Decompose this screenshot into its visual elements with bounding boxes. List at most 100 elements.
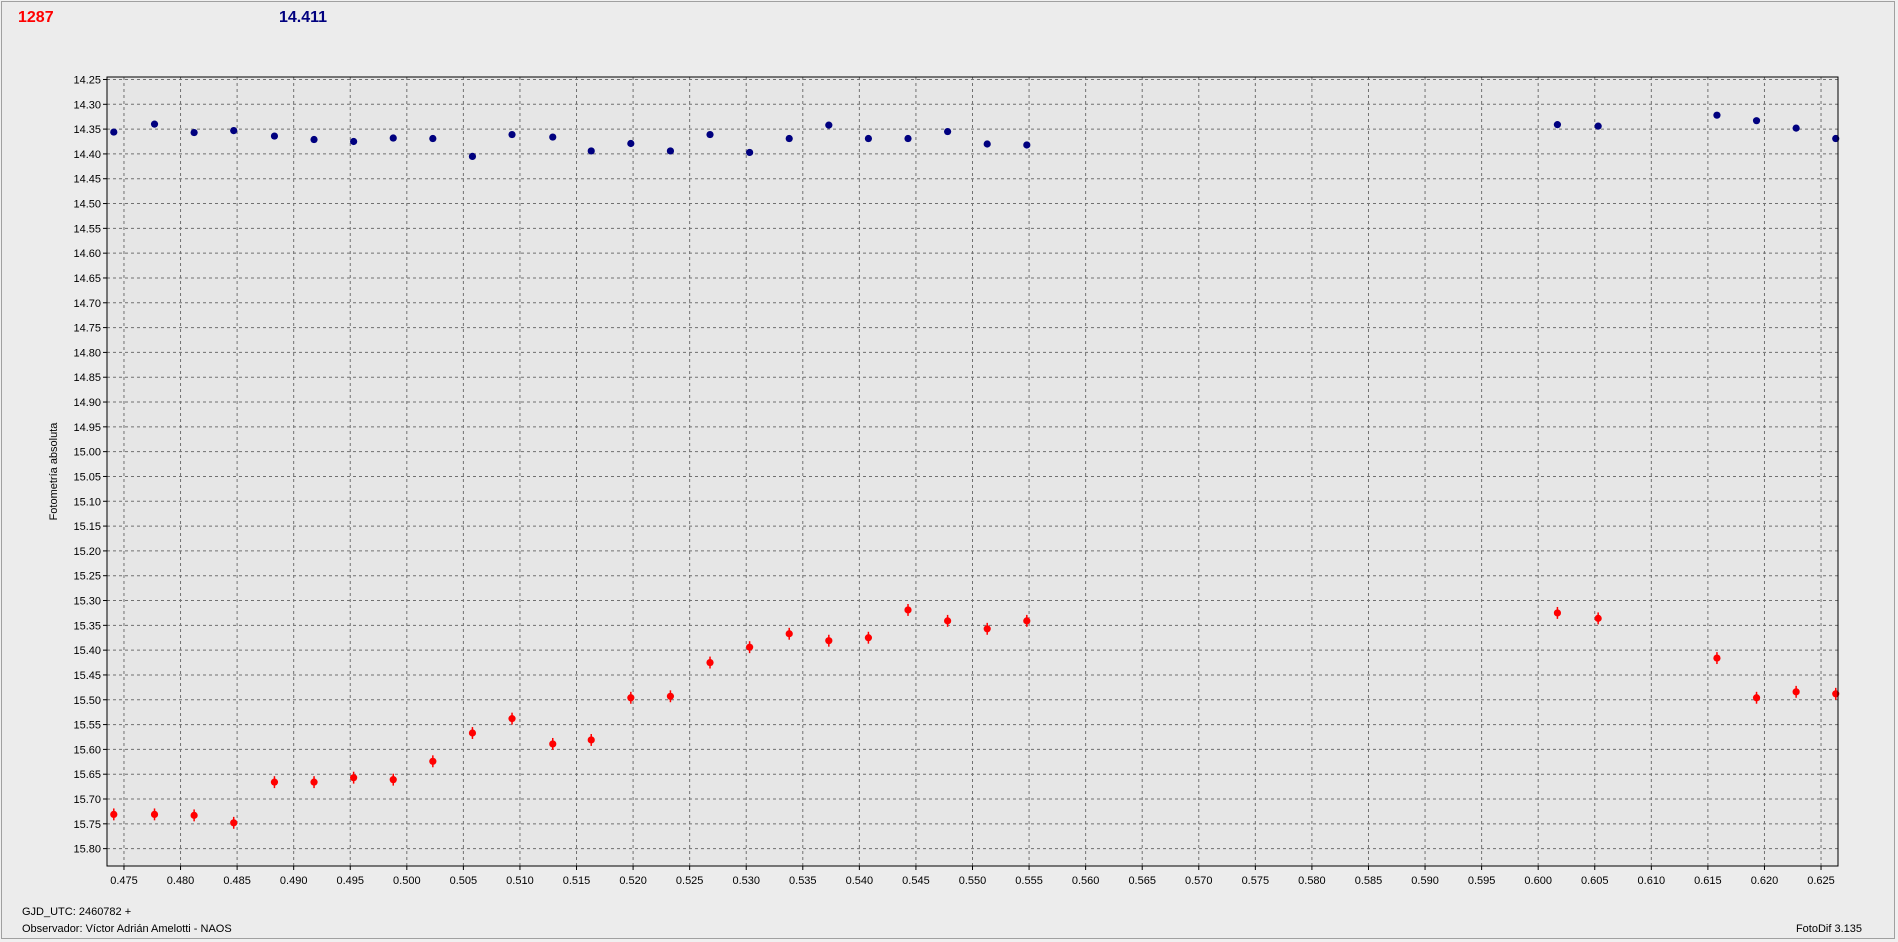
x-tick-label: 0.595 bbox=[1468, 875, 1496, 887]
photometry-chart: 0.475 0.480 0.485 0.490 0.495 0.500 0.505 0.510… bbox=[48, 74, 1840, 887]
data-point bbox=[785, 630, 793, 638]
data-point bbox=[944, 617, 952, 625]
x-tick-label: 0.580 bbox=[1298, 875, 1326, 887]
data-point bbox=[190, 128, 198, 137]
data-point bbox=[468, 152, 477, 160]
data-point bbox=[468, 729, 477, 737]
y-axis: 14.25 14.30 14.35 14.40 14.45 14.50 14.55 14.60… bbox=[73, 74, 107, 856]
data-point bbox=[864, 134, 873, 143]
x-tick-label: 0.540 bbox=[846, 875, 874, 887]
x-tick-label: 0.535 bbox=[789, 875, 817, 887]
data-point bbox=[1792, 124, 1800, 132]
data-point bbox=[150, 120, 159, 128]
data-point bbox=[944, 127, 952, 136]
data-point bbox=[270, 778, 279, 786]
x-tick-label: 0.615 bbox=[1694, 875, 1722, 887]
y-tick-label: 14.35 bbox=[73, 124, 101, 136]
y-tick-label: 15.40 bbox=[73, 645, 101, 657]
data-point bbox=[429, 134, 437, 143]
data-point bbox=[1752, 694, 1761, 702]
data-point bbox=[666, 147, 675, 155]
data-point bbox=[706, 658, 714, 667]
data-point bbox=[904, 134, 912, 143]
x-tick-label: 0.585 bbox=[1355, 875, 1383, 887]
x-tick-label: 0.510 bbox=[506, 875, 534, 887]
y-tick-label: 15.30 bbox=[73, 596, 101, 608]
data-point bbox=[864, 634, 873, 642]
data-point bbox=[627, 694, 635, 702]
data-point bbox=[389, 134, 397, 142]
data-point bbox=[785, 134, 793, 143]
x-tick-label: 0.525 bbox=[676, 875, 704, 887]
y-tick-label: 15.50 bbox=[73, 695, 101, 707]
y-tick-label: 15.80 bbox=[73, 844, 101, 856]
y-tick-label: 14.90 bbox=[73, 397, 101, 409]
x-tick-label: 0.610 bbox=[1638, 875, 1666, 887]
data-point bbox=[1553, 121, 1562, 129]
y-tick-label: 15.25 bbox=[73, 571, 101, 583]
data-point bbox=[389, 776, 397, 784]
data-point bbox=[1792, 688, 1800, 696]
x-tick-label: 0.555 bbox=[1015, 875, 1043, 887]
data-point bbox=[549, 133, 557, 141]
gjd-label: GJD_UTC: 2460782 + bbox=[22, 906, 132, 918]
data-point bbox=[825, 121, 833, 129]
data-point bbox=[1594, 122, 1602, 130]
y-tick-label: 15.45 bbox=[73, 670, 101, 682]
x-tick-label: 0.495 bbox=[336, 875, 364, 887]
y-tick-label: 14.70 bbox=[73, 298, 101, 310]
x-tick-label: 0.620 bbox=[1751, 875, 1779, 887]
x-tick-label: 0.480 bbox=[167, 875, 195, 887]
x-tick-label: 0.575 bbox=[1242, 875, 1270, 887]
x-tick-label: 0.485 bbox=[223, 875, 251, 887]
x-tick-label: 0.570 bbox=[1185, 875, 1213, 887]
data-point bbox=[746, 148, 754, 157]
y-tick-label: 14.65 bbox=[73, 273, 101, 285]
data-point bbox=[429, 757, 437, 765]
y-tick-label: 15.00 bbox=[73, 447, 101, 459]
y-tick-label: 15.60 bbox=[73, 744, 101, 756]
data-point bbox=[1594, 614, 1602, 622]
data-point bbox=[508, 130, 516, 139]
data-point bbox=[190, 811, 198, 819]
data-point bbox=[706, 130, 714, 139]
y-tick-label: 14.85 bbox=[73, 372, 101, 384]
x-tick-label: 0.475 bbox=[110, 875, 138, 887]
y-tick-label: 15.20 bbox=[73, 546, 101, 558]
x-tick-label: 0.545 bbox=[902, 875, 930, 887]
data-point bbox=[230, 126, 238, 135]
data-point bbox=[310, 135, 318, 144]
x-tick-label: 0.505 bbox=[450, 875, 478, 887]
data-point bbox=[1713, 111, 1721, 119]
data-point bbox=[350, 137, 358, 146]
plot-area bbox=[107, 77, 1838, 866]
y-tick-label: 14.30 bbox=[73, 99, 101, 111]
y-tick-label: 14.50 bbox=[73, 199, 101, 211]
y-tick-label: 15.15 bbox=[73, 521, 101, 533]
data-point bbox=[627, 139, 635, 148]
data-point bbox=[310, 778, 318, 786]
x-tick-label: 0.550 bbox=[959, 875, 987, 887]
y-tick-label: 15.75 bbox=[73, 819, 101, 831]
x-tick-label: 0.625 bbox=[1807, 875, 1835, 887]
x-tick-label: 0.605 bbox=[1581, 875, 1609, 887]
x-tick-label: 0.565 bbox=[1128, 875, 1156, 887]
x-tick-label: 0.520 bbox=[619, 875, 647, 887]
y-tick-label: 14.40 bbox=[73, 149, 101, 161]
x-tick-label: 0.515 bbox=[563, 875, 591, 887]
x-axis: 0.475 0.480 0.485 0.490 0.495 0.500 0.505 0.510… bbox=[110, 866, 1835, 887]
y-tick-label: 14.80 bbox=[73, 347, 101, 359]
data-point bbox=[1553, 609, 1562, 617]
y-tick-label: 14.95 bbox=[73, 422, 101, 434]
data-point bbox=[150, 810, 159, 818]
x-tick-label: 0.530 bbox=[732, 875, 760, 887]
data-point bbox=[983, 625, 991, 633]
data-point bbox=[983, 140, 991, 148]
y-tick-label: 15.35 bbox=[73, 620, 101, 632]
data-point bbox=[508, 715, 516, 723]
data-point bbox=[825, 637, 833, 645]
y-tick-label: 14.45 bbox=[73, 174, 101, 186]
y-tick-label: 15.70 bbox=[73, 794, 101, 806]
x-tick-label: 0.600 bbox=[1524, 875, 1552, 887]
data-point bbox=[1752, 117, 1761, 125]
